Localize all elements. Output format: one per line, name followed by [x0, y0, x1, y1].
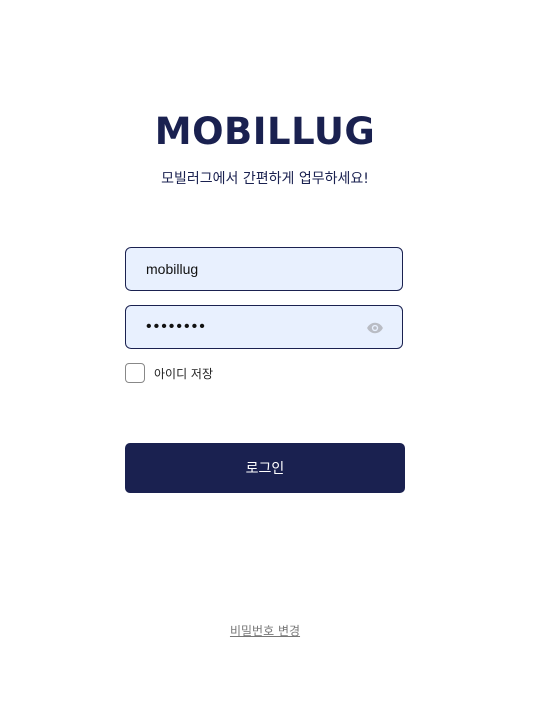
login-button[interactable]: 로그인: [125, 443, 405, 493]
password-field-wrapper: [125, 305, 403, 349]
remember-id-label[interactable]: 아이디 저장: [154, 365, 213, 382]
eye-icon[interactable]: [366, 319, 384, 337]
password-input[interactable]: [126, 306, 402, 348]
remember-id-checkbox[interactable]: [125, 363, 145, 383]
logo: MOBILLUG: [154, 110, 376, 153]
login-page: MOBILLUG 모빌러그에서 간편하게 업무하세요! 아이디 저장 로그인 비…: [0, 0, 539, 709]
tagline: 모빌러그에서 간편하게 업무하세요!: [161, 171, 369, 187]
username-input[interactable]: [126, 248, 402, 290]
username-field-wrapper: [125, 247, 403, 291]
remember-id-option: 아이디 저장: [125, 363, 213, 383]
change-password-link[interactable]: 비밀번호 변경: [0, 622, 530, 639]
